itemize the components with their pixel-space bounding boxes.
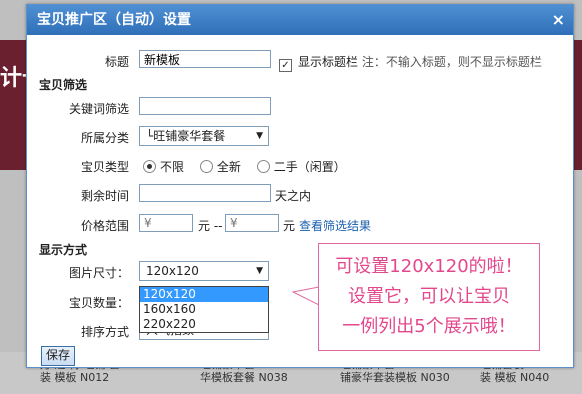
annotation-callout: 可设置120x120的啦！ 设置它，可以让宝贝 一例列出5个展示哦！ (318, 243, 540, 351)
type-label: 宝贝类型 (80, 160, 129, 174)
type-option-any[interactable]: 不限 (143, 160, 184, 174)
show-title-label: 显示标题栏 (298, 55, 359, 69)
type-option-used[interactable]: 二手（闲置） (256, 160, 346, 174)
show-title-note: 注：不输入标题，则不显示标题栏 (361, 55, 542, 69)
filter-section-title: 宝贝筛选 (39, 78, 88, 92)
count-label: 宝贝数量： (68, 296, 129, 310)
callout-line: 可设置120x120的啦！ (335, 256, 523, 277)
dialog-titlebar[interactable]: 宝贝推广区（自动）设置 × (27, 5, 573, 35)
category-select[interactable]: └旺铺豪华套餐 ▼ (139, 126, 269, 146)
category-label: 所属分类 (80, 131, 129, 145)
img-size-option[interactable]: 220x220 (140, 317, 268, 332)
price-max-input[interactable] (225, 214, 279, 232)
show-title-option[interactable]: ✓ 显示标题栏 注：不输入标题，则不显示标题栏 (279, 53, 542, 72)
callout-line: 一例列出5个展示哦！ (342, 316, 516, 337)
img-size-option[interactable]: 160x160 (140, 302, 268, 317)
img-size-select[interactable]: 120x120 ▼ (139, 261, 269, 281)
type-option-new[interactable]: 全新 (199, 160, 241, 174)
show-title-checkbox[interactable]: ✓ (279, 59, 292, 72)
chevron-down-icon: ▼ (256, 266, 263, 276)
time-input[interactable] (139, 184, 271, 202)
price-min-input[interactable] (139, 214, 193, 232)
display-section-title: 显示方式 (39, 243, 88, 257)
save-button[interactable]: 保存 (41, 346, 76, 366)
radio-icon[interactable] (256, 160, 270, 173)
img-size-option[interactable]: 120x120 (140, 287, 268, 302)
type-radio-group: 不限 全新 二手（闲置） (143, 158, 346, 175)
img-size-value: 120x120 (146, 264, 199, 278)
category-value: └旺铺豪华套餐 (146, 129, 226, 143)
price-unit-1: 元 -- (198, 219, 223, 233)
close-icon[interactable]: × (552, 5, 565, 35)
radio-selected-icon[interactable] (143, 160, 156, 173)
price-label: 价格范围 (80, 219, 129, 233)
img-size-dropdown-list: 120x120 160x160 220x220 (139, 286, 269, 333)
img-size-label: 图片尺寸： (68, 266, 129, 280)
title-label: 标题 (104, 55, 129, 69)
keyword-input[interactable] (139, 97, 271, 115)
callout-line: 设置它，可以让宝贝 (348, 286, 510, 307)
time-label: 剩余时间 (80, 189, 129, 203)
radio-icon[interactable] (199, 160, 213, 173)
dialog-title: 宝贝推广区（自动）设置 (37, 12, 191, 28)
price-unit-2: 元 (283, 219, 296, 233)
title-input[interactable] (139, 50, 271, 68)
keyword-label: 关键词筛选 (68, 102, 129, 116)
time-unit: 天之内 (275, 189, 312, 203)
sort-label: 排序方式 (80, 325, 129, 339)
chevron-down-icon: ▼ (256, 131, 263, 141)
view-results-link[interactable]: 查看筛选结果 (299, 217, 371, 234)
